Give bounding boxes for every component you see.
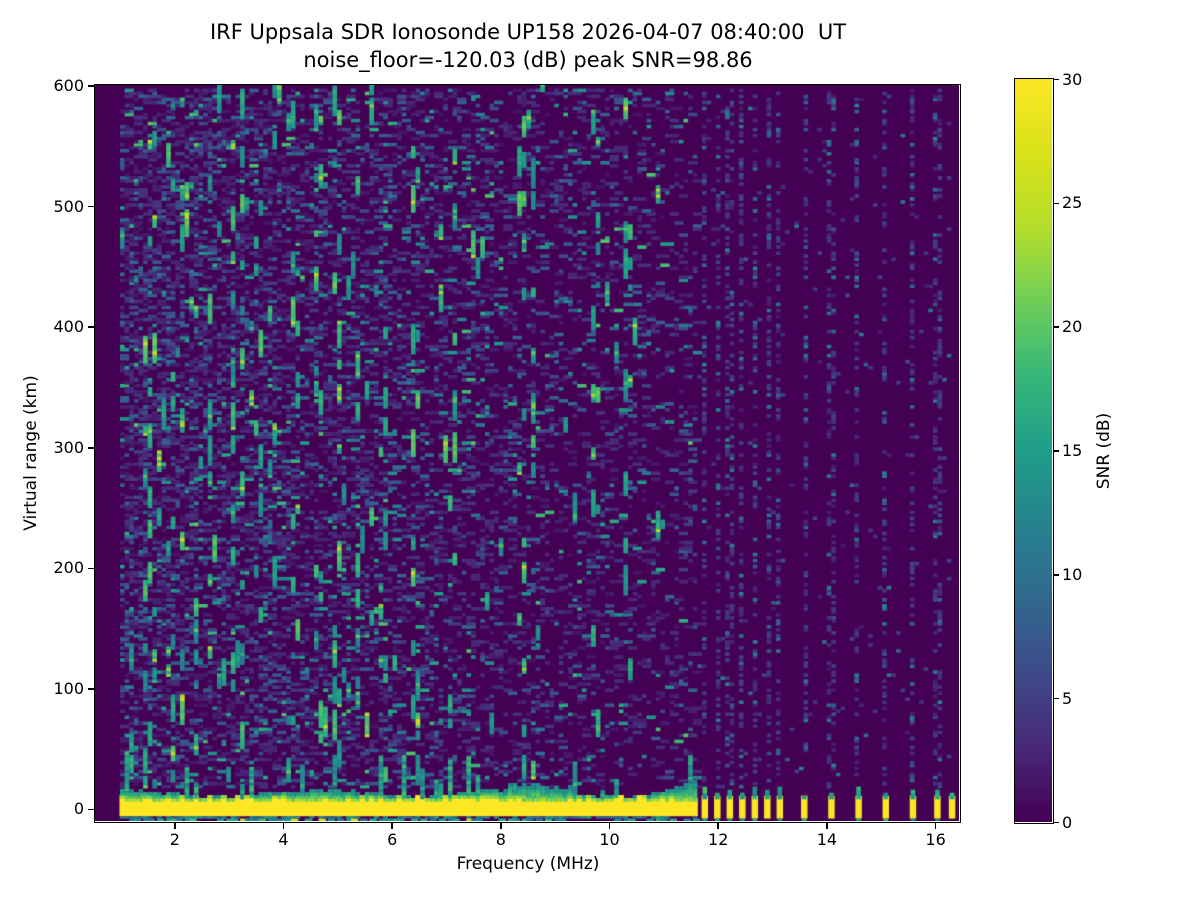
x-tick-label-16: 16 xyxy=(925,830,946,849)
colorbar-tick-mark-30 xyxy=(1053,78,1059,81)
colorbar-tick-label-5: 5 xyxy=(1062,688,1073,708)
y-tick-mark-0 xyxy=(88,808,95,811)
x-tick-mark-8 xyxy=(500,822,502,829)
colorbar-tick-mark-20 xyxy=(1053,326,1059,328)
x-axis-label: Frequency (MHz) xyxy=(456,854,600,874)
y-tick-label-500: 500 xyxy=(53,196,84,216)
colorbar-tick-mark-10 xyxy=(1053,574,1059,576)
y-tick-label-100: 100 xyxy=(53,678,84,698)
x-tick-label-6: 6 xyxy=(387,830,398,849)
colorbar-tick-mark-0 xyxy=(1053,821,1059,824)
colorbar-tick-label-10: 10 xyxy=(1062,564,1083,584)
colorbar-tick-label-20: 20 xyxy=(1062,317,1083,337)
colorbar-tick-mark-15 xyxy=(1053,450,1059,452)
y-tick-label-0: 0 xyxy=(73,799,84,819)
x-tick-label-8: 8 xyxy=(495,830,506,849)
y-tick-mark-600 xyxy=(88,85,95,87)
x-tick-mark-12 xyxy=(717,822,719,829)
colorbar-tick-label-15: 15 xyxy=(1062,441,1083,460)
y-tick-mark-400 xyxy=(88,326,95,328)
colorbar-label: SNR (dB) xyxy=(1094,412,1114,490)
y-tick-mark-200 xyxy=(88,567,95,570)
x-tick-mark-10 xyxy=(608,822,611,829)
x-tick-mark-14 xyxy=(826,822,828,829)
colorbar-tick-label-0: 0 xyxy=(1062,812,1073,832)
x-tick-mark-6 xyxy=(391,822,393,829)
y-tick-label-400: 400 xyxy=(53,317,84,337)
x-tick-label-2: 2 xyxy=(169,830,180,849)
ionogram-figure: IRF Uppsala SDR Ionosonde UP158 2026-04-… xyxy=(0,0,1200,900)
y-tick-mark-100 xyxy=(88,688,95,690)
x-tick-label-10: 10 xyxy=(599,830,620,849)
chart-title: IRF Uppsala SDR Ionosonde UP158 2026-04-… xyxy=(209,20,847,44)
plot-frame xyxy=(94,84,961,823)
x-tick-mark-4 xyxy=(282,822,285,829)
ionogram-heatmap xyxy=(95,85,959,821)
y-tick-label-600: 600 xyxy=(53,76,84,96)
x-tick-mark-16 xyxy=(934,822,937,829)
chart-subtitle: noise_floor=-120.03 (dB) peak SNR=98.86 xyxy=(303,48,753,72)
y-tick-mark-500 xyxy=(88,205,95,208)
colorbar-tick-mark-25 xyxy=(1053,202,1059,205)
y-tick-label-200: 200 xyxy=(53,558,84,578)
colorbar-tick-mark-5 xyxy=(1053,697,1059,700)
y-tick-mark-300 xyxy=(88,447,95,449)
x-tick-label-14: 14 xyxy=(816,830,838,849)
colorbar-tick-label-30: 30 xyxy=(1062,69,1083,89)
colorbar-tick-label-25: 25 xyxy=(1062,193,1083,213)
colorbar-frame xyxy=(1014,78,1054,824)
x-tick-mark-2 xyxy=(174,822,176,829)
colorbar-gradient xyxy=(1015,79,1052,822)
y-tick-label-300: 300 xyxy=(53,437,84,457)
x-tick-label-4: 4 xyxy=(278,830,289,849)
x-tick-label-12: 12 xyxy=(708,830,729,849)
